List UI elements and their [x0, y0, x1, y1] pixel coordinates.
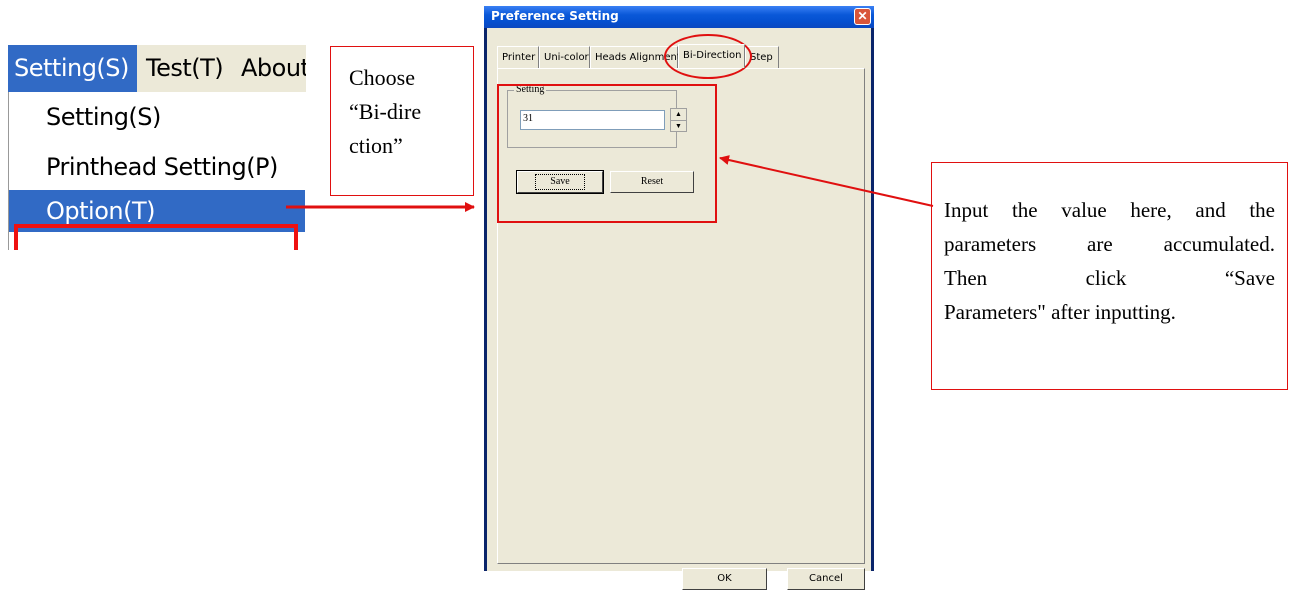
menu-item-printhead-setting[interactable]: Printhead Setting(P) — [9, 146, 305, 188]
tab-printer[interactable]: Printer — [497, 46, 539, 68]
menu-test[interactable]: Test(T) — [146, 52, 224, 85]
setting-highlight-box — [497, 84, 717, 223]
menu-about[interactable]: About — [241, 52, 306, 85]
dialog-title: Preference Setting — [491, 9, 619, 23]
callout-choose-bidirection: Choose “Bi-dire ction” — [330, 46, 474, 196]
callout-input-line-2: parameters are accumulated. — [944, 232, 1275, 256]
callout-input-value: Input the value here, and the parameters… — [931, 162, 1288, 390]
callout-input-line-1: Input the value here, and the — [944, 198, 1275, 222]
callout-input-line-3: Then click “Save — [944, 266, 1275, 290]
menu-screenshot: Setting(S) Test(T) About Setting(S) Prin… — [8, 45, 306, 250]
callout-input-line-4: Parameters" after inputting. — [944, 300, 1176, 324]
menu-setting[interactable]: Setting(S) — [8, 45, 137, 92]
menu-item-setting[interactable]: Setting(S) — [9, 96, 305, 138]
cancel-button[interactable]: Cancel — [787, 568, 865, 590]
callout-choose-line-1: Choose — [349, 65, 415, 90]
callout-choose-line-2: “Bi-dire — [349, 99, 422, 124]
tab-uni-color[interactable]: Uni-color — [539, 46, 590, 68]
menubar: Setting(S) Test(T) About — [8, 45, 306, 92]
tab-bi-direction[interactable]: Bi-Direction — [678, 44, 745, 68]
option-highlight-box — [14, 224, 298, 250]
ok-button[interactable]: OK — [682, 568, 767, 590]
callout-choose-line-3: ction” — [349, 133, 403, 158]
close-icon[interactable]: ✕ — [854, 8, 871, 25]
dialog-titlebar[interactable]: Preference Setting ✕ — [484, 6, 874, 28]
